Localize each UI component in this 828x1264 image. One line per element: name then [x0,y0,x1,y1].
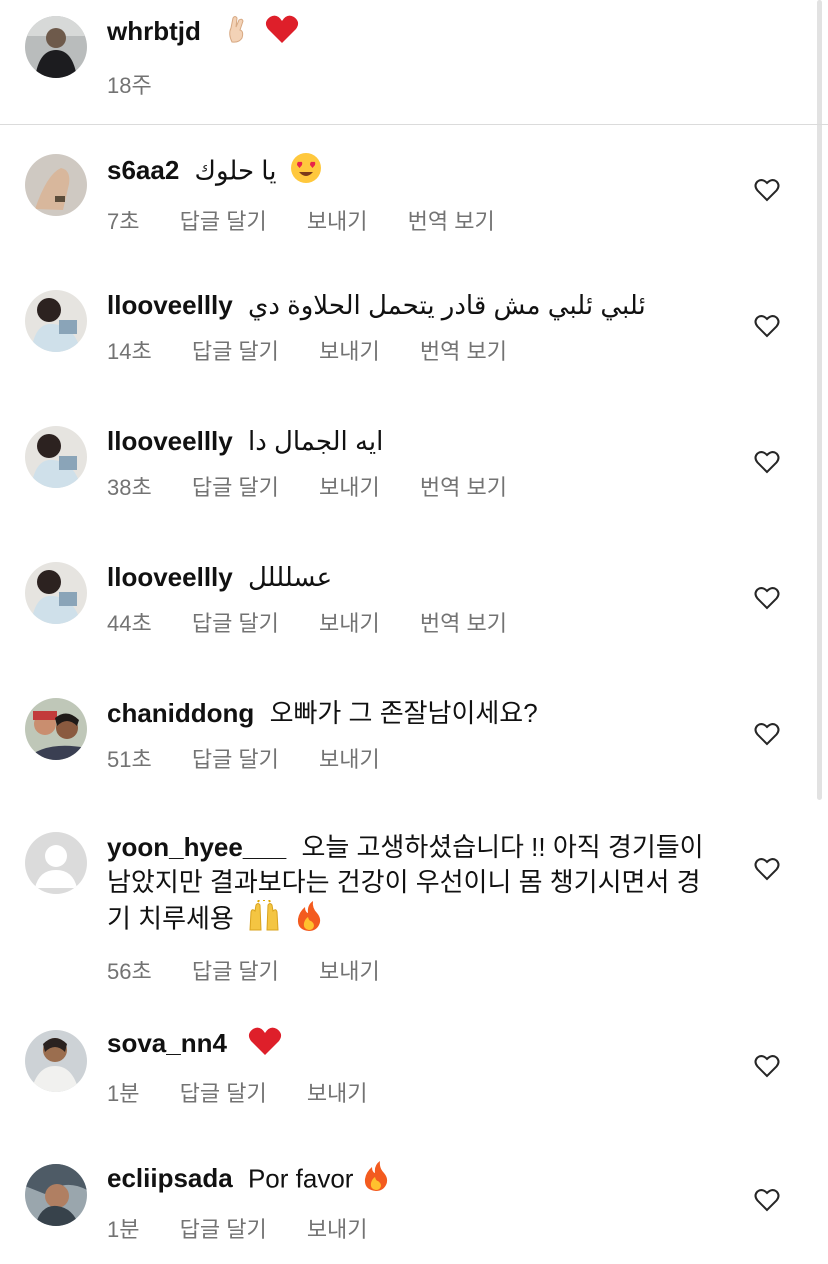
send-button[interactable]: 보내기 [319,611,380,636]
comment-text: عسلللل [247,562,333,592]
reply-button[interactable]: 답글 달기 [192,747,279,772]
timestamp: 44초 [107,611,152,636]
avatar[interactable] [25,290,87,352]
send-button[interactable]: 보내기 [319,475,380,500]
translate-button[interactable]: 번역 보기 [420,475,507,500]
send-button[interactable]: 보내기 [307,1217,368,1242]
like-heart-icon[interactable] [754,1054,780,1078]
avatar[interactable] [25,698,87,760]
reply-button[interactable]: 답글 달기 [192,475,279,500]
avatar[interactable] [25,426,87,488]
reply-button[interactable]: 답글 달기 [180,1217,267,1242]
username[interactable]: yoon_hyee___ [107,832,286,862]
username[interactable]: llooveellly [107,426,233,456]
like-heart-icon[interactable] [754,314,780,338]
comment-text: ئلبي ئلبي مش قادر يتحمل الحلاوة دي [247,290,646,320]
post-caption: whrbtjd 18주 [0,0,828,125]
timestamp: 38초 [107,475,152,500]
crossed-fingers-icon [222,14,252,53]
red-heart-icon [248,1026,282,1065]
username[interactable]: s6aa2 [107,155,179,185]
comment-text: ايه الجمال دا [247,426,384,456]
red-heart-icon [265,14,299,53]
username[interactable]: whrbtjd [107,16,201,46]
reply-button[interactable]: 답글 달기 [180,1081,267,1106]
send-button[interactable]: 보내기 [307,1081,368,1106]
timestamp: 56초 [107,959,152,984]
comment-text: 오빠가 그 존잘남이세요? [269,698,538,728]
translate-button[interactable]: 번역 보기 [420,339,507,364]
username[interactable]: llooveellly [107,290,233,320]
reply-button[interactable]: 답글 달기 [192,611,279,636]
raising-hands-icon [247,899,281,941]
avatar[interactable] [25,562,87,624]
avatar[interactable] [25,1164,87,1226]
username[interactable]: chaniddong [107,698,254,728]
timestamp: 7초 [107,209,140,234]
heart-eyes-emoji-icon [290,152,322,193]
translate-button[interactable]: 번역 보기 [408,209,495,234]
timestamp: 1분 [107,1081,140,1106]
send-button[interactable]: 보내기 [307,209,368,234]
send-button[interactable]: 보내기 [319,747,380,772]
translate-button[interactable]: 번역 보기 [420,611,507,636]
timestamp: 1분 [107,1217,140,1242]
send-button[interactable]: 보내기 [319,959,380,984]
like-heart-icon[interactable] [754,857,780,881]
avatar[interactable] [25,832,87,894]
reply-button[interactable]: 답글 달기 [192,959,279,984]
timestamp: 51초 [107,747,152,772]
username[interactable]: ecliipsada [107,1163,233,1193]
reply-button[interactable]: 답글 달기 [192,339,279,364]
comment-text: يا حلوك [194,155,277,186]
comment-text: Por favor [247,1163,354,1194]
like-heart-icon[interactable] [754,1188,780,1212]
username[interactable]: sova_nn4 [107,1028,227,1058]
like-heart-icon[interactable] [754,722,780,746]
like-heart-icon[interactable] [754,450,780,474]
fire-icon [294,900,324,941]
fire-icon [361,1160,391,1201]
avatar[interactable] [25,154,87,216]
like-heart-icon[interactable] [754,586,780,610]
reply-button[interactable]: 답글 달기 [180,209,267,234]
timestamp: 18주 [107,73,152,98]
like-heart-icon[interactable] [754,178,780,202]
timestamp: 14초 [107,339,152,364]
avatar[interactable] [25,16,87,78]
send-button[interactable]: 보내기 [319,339,380,364]
username[interactable]: llooveellly [107,562,233,592]
avatar[interactable] [25,1030,87,1092]
